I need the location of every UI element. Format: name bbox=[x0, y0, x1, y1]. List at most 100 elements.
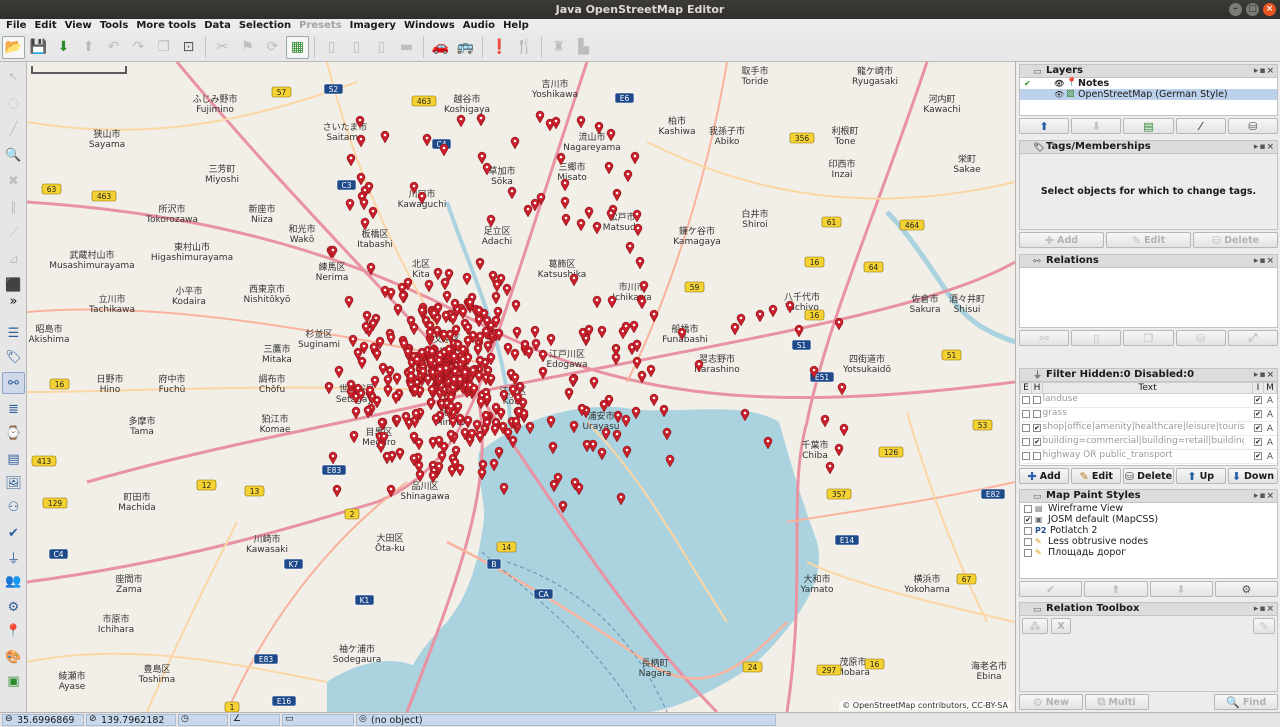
menu-file[interactable]: File bbox=[2, 19, 30, 33]
filter-text[interactable]: building=commercial|building=retail|buil… bbox=[1042, 435, 1253, 450]
menu-help[interactable]: Help bbox=[499, 19, 533, 33]
delete-layer-button[interactable]: ⛁ bbox=[1227, 118, 1279, 134]
paste-icon[interactable]: ⊡ bbox=[177, 36, 200, 59]
toolbox-multi-button[interactable]: ⧉ Multi bbox=[1084, 694, 1149, 710]
menu-tools[interactable]: Tools bbox=[96, 19, 133, 33]
menu-windows[interactable]: Windows bbox=[400, 19, 459, 33]
relation-delete-button[interactable]: ⛁ bbox=[1175, 330, 1226, 346]
minimap-icon[interactable]: ▣ bbox=[2, 670, 25, 692]
map-view[interactable]: ふじみ野市 Fujimino 越谷市 Koshigaya 吉川市 Yoshikawa 取手市… bbox=[27, 62, 1015, 712]
styles-icon[interactable]: 🎨 bbox=[2, 646, 25, 668]
relations-list[interactable] bbox=[1019, 268, 1278, 328]
history-icon[interactable]: ⌚ bbox=[2, 422, 25, 444]
filter-mode[interactable]: A bbox=[1263, 449, 1277, 464]
dialog-controls[interactable]: ▸▪× bbox=[1254, 255, 1275, 267]
filter-row[interactable]: highway OR public_transport ✔ A bbox=[1020, 449, 1277, 464]
filter-hide-checkbox[interactable] bbox=[1031, 407, 1043, 422]
menu-imagery[interactable]: Imagery bbox=[346, 19, 400, 33]
style-item[interactable]: ✎ Less obtrusive nodes bbox=[1020, 536, 1277, 547]
filter-text[interactable]: shop|office|amenity|healthcare|leisure|t… bbox=[1042, 421, 1253, 436]
relation-toolbox-title[interactable]: ▭ Relation Toolbox ▸▪× bbox=[1019, 602, 1278, 616]
filter-enable-checkbox[interactable] bbox=[1020, 435, 1032, 450]
select-icon[interactable]: ↖ bbox=[2, 66, 25, 88]
notes-icon[interactable]: 📍 bbox=[2, 620, 25, 642]
delete-icon[interactable]: ✖ bbox=[2, 170, 25, 192]
relation-select-button[interactable]: ⚯ bbox=[1019, 330, 1070, 346]
filter-mode[interactable]: A bbox=[1263, 393, 1277, 408]
toolbox-find-button[interactable]: 🔍 Find bbox=[1214, 694, 1278, 710]
filter-row[interactable]: landuse ✔ A bbox=[1020, 393, 1277, 408]
filter-invert-checkbox[interactable]: ✔ bbox=[1252, 449, 1264, 464]
style-settings-button[interactable]: ⚙ bbox=[1214, 581, 1278, 597]
style-item[interactable]: ✎ Площадь дорог bbox=[1020, 547, 1277, 558]
redo-icon[interactable]: ↷ bbox=[127, 36, 150, 59]
filter-hide-checkbox[interactable]: ✔ bbox=[1031, 435, 1043, 450]
style-up-button[interactable]: ⬆ bbox=[1084, 581, 1148, 597]
dialog-controls[interactable]: ▸▪× bbox=[1254, 603, 1275, 615]
improve-icon[interactable]: ⟋ bbox=[2, 222, 25, 244]
style-checkbox[interactable] bbox=[1024, 548, 1032, 557]
toolbox-sort-button[interactable]: ⁂ bbox=[1022, 618, 1048, 634]
preset-icon[interactable]: ▬ bbox=[395, 36, 418, 59]
menu-data[interactable]: Data bbox=[200, 19, 235, 33]
filter-invert-checkbox[interactable]: ✔ bbox=[1252, 421, 1264, 436]
imagery-icon[interactable]: ▦ bbox=[286, 35, 309, 59]
undo-icon[interactable]: ↶ bbox=[102, 36, 125, 59]
copy-icon[interactable]: ❐ bbox=[152, 36, 175, 59]
tag-icon[interactable]: 🏷 bbox=[2, 346, 25, 368]
move-down-button[interactable]: ⬇ bbox=[1071, 118, 1122, 134]
toolbox-edit-button[interactable]: ✎ bbox=[1253, 618, 1275, 634]
maximize-icon[interactable]: □ bbox=[1246, 3, 1259, 16]
bus-icon[interactable]: 🚌 bbox=[454, 36, 477, 59]
changeset-icon[interactable]: ⚙ bbox=[2, 596, 25, 618]
warning-icon[interactable]: ❗ bbox=[488, 36, 511, 59]
col-text[interactable]: Text bbox=[1042, 382, 1253, 394]
toolbox-new-button[interactable]: ⚙ New bbox=[1019, 694, 1083, 710]
filter-mode[interactable]: A bbox=[1263, 435, 1277, 450]
filter-add-button[interactable]: ✚ Add bbox=[1019, 468, 1070, 484]
preset-icon[interactable]: ▯ bbox=[345, 36, 368, 59]
relations-title[interactable]: ⚯ Relations ▸▪× bbox=[1019, 254, 1278, 268]
minimize-icon[interactable]: – bbox=[1229, 3, 1242, 16]
duplicate-button[interactable]: ⁄ bbox=[1175, 118, 1226, 134]
filter-enable-checkbox[interactable] bbox=[1020, 449, 1032, 464]
menu-view[interactable]: View bbox=[61, 19, 96, 33]
layers-title[interactable]: ▭ Layers ▸▪× bbox=[1019, 64, 1278, 78]
style-checkbox[interactable] bbox=[1024, 526, 1032, 535]
filter-enable-checkbox[interactable] bbox=[1020, 421, 1032, 436]
styles-title[interactable]: ▭ Map Paint Styles ▸▪× bbox=[1019, 489, 1278, 503]
add-tag-button[interactable]: ✚ Add bbox=[1019, 232, 1104, 248]
move-up-button[interactable]: ⬆ bbox=[1019, 118, 1070, 134]
layer-row-osm[interactable]: 👁 ▨ OpenStreetMap (German Style) bbox=[1020, 89, 1277, 100]
authors-icon[interactable]: 👥 bbox=[2, 570, 25, 592]
style-item[interactable]: ▤ Wireframe View bbox=[1020, 503, 1277, 514]
filter-row[interactable]: grass ✔ A bbox=[1020, 407, 1277, 422]
download-icon[interactable]: ⬇ bbox=[52, 36, 75, 59]
filter-invert-checkbox[interactable]: ✔ bbox=[1252, 407, 1264, 422]
style-item[interactable]: ✔ ▣ JOSM default (MapCSS) bbox=[1020, 514, 1277, 525]
upload-icon[interactable]: ⬆ bbox=[77, 36, 100, 59]
filter-text[interactable]: highway OR public_transport bbox=[1042, 449, 1253, 464]
filter-row[interactable]: ✔ shop|office|amenity|healthcare|leisure|… bbox=[1020, 421, 1277, 436]
draw-icon[interactable]: ╱ bbox=[2, 118, 25, 140]
menu-presets[interactable]: Presets bbox=[295, 19, 346, 33]
filter-row[interactable]: new✔A bbox=[1020, 463, 1277, 465]
filter-icon[interactable]: ▤ bbox=[2, 448, 25, 470]
filter-mode[interactable]: A bbox=[1263, 421, 1277, 436]
style-item[interactable]: P2 Potlatch 2 bbox=[1020, 525, 1277, 536]
more-icon[interactable]: » bbox=[2, 290, 25, 312]
selection-list-icon[interactable]: ≣ bbox=[2, 398, 25, 420]
factory-icon[interactable]: ▙ bbox=[572, 36, 595, 59]
style-checkbox[interactable] bbox=[1024, 537, 1032, 546]
style-down-button[interactable]: ⬇ bbox=[1149, 581, 1213, 597]
filter-row[interactable]: ✔ building=commercial|building=retail|bui… bbox=[1020, 435, 1277, 450]
dialog-controls[interactable]: ▸▪× bbox=[1254, 490, 1275, 502]
layer-row-notes[interactable]: ✔ 👁 📍 Notes bbox=[1020, 78, 1277, 89]
dialog-controls[interactable]: ▸▪× bbox=[1254, 65, 1275, 77]
filter-text[interactable]: new bbox=[1042, 463, 1253, 465]
filter-title[interactable]: ⏚ Filter Hidden:0 Disabled:0 ▸▪× bbox=[1019, 368, 1278, 382]
imagery-icon[interactable]: 🖼 bbox=[2, 472, 25, 494]
visibility-icon[interactable]: 👁 bbox=[1054, 89, 1064, 100]
style-checkbox[interactable] bbox=[1024, 504, 1032, 513]
relation-edit-button[interactable]: ▯ bbox=[1071, 330, 1122, 346]
